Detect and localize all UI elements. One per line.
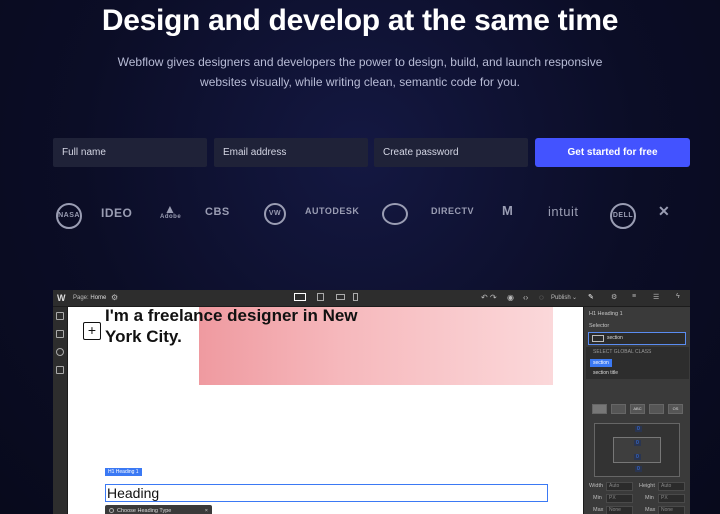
min-height-input[interactable]: PX [658, 494, 685, 503]
dropdown-option-section-title[interactable]: section title [590, 369, 621, 377]
redo-icon[interactable]: ↷ [490, 293, 497, 302]
webflow-logo: W [57, 293, 66, 303]
gear-icon [109, 508, 114, 513]
class-dropdown: SELECT GLOBAL CLASS section section titl… [586, 347, 689, 379]
padding-box[interactable]: 0 0 [613, 437, 661, 463]
padding-bottom-value[interactable]: 0 [634, 454, 641, 460]
email-field[interactable]: Email address [214, 138, 368, 167]
autodesk-logo: AUTODESK [305, 206, 360, 216]
page-name: Home [90, 295, 107, 301]
settings-tab-icon[interactable]: ⚙ [611, 293, 617, 301]
popover-label: Choose Heading Type [117, 508, 172, 514]
assets-icon[interactable] [56, 366, 64, 374]
padding-top-value[interactable]: 0 [634, 440, 641, 446]
display-inline-block-button[interactable] [649, 404, 664, 414]
add-panel-icon[interactable] [56, 312, 64, 320]
dropdown-option-section[interactable]: section [590, 359, 612, 367]
display-flex-button[interactable] [611, 404, 626, 414]
adobe-mark-icon: ▲ [164, 202, 177, 216]
directv-logo: DIRECTV [431, 206, 475, 216]
pages-icon[interactable] [56, 330, 64, 338]
panel-element-label: H1 Heading 1 [589, 311, 623, 317]
selector-value: section [607, 335, 623, 341]
settings-icon[interactable]: ⚙ [111, 293, 118, 302]
style-tab-icon[interactable]: ✎ [588, 293, 594, 301]
height-label: Height [639, 483, 655, 489]
customer-logos: NASA IDEO Adobe ▲ CBS VW AUTODESK DIRECT… [53, 200, 690, 230]
box-model-editor[interactable]: 0 0 0 0 [594, 423, 680, 477]
signup-form: Full name Email address Create password … [53, 138, 690, 167]
mastercard-logo [382, 203, 408, 225]
full-name-field[interactable]: Full name [53, 138, 207, 167]
get-started-button[interactable]: Get started for free [535, 138, 690, 167]
selector-label: Selector [589, 323, 610, 329]
margin-top-value[interactable]: 0 [635, 426, 642, 432]
selected-element-tag: H1 Heading 1 [105, 468, 142, 476]
hero-subtitle: Webflow gives designers and developers t… [110, 52, 610, 92]
canvas-headline[interactable]: I'm a freelance designer in New York Cit… [105, 307, 385, 347]
mtv-logo: M [502, 203, 514, 218]
desktop-view-icon[interactable] [294, 293, 306, 301]
selected-heading[interactable]: Heading [105, 484, 548, 502]
mobile-portrait-icon[interactable] [353, 293, 358, 301]
navigator-tab-icon[interactable]: ≡ [632, 293, 636, 300]
min-width-label: Min [593, 495, 602, 501]
dropdown-header: SELECT GLOBAL CLASS [593, 349, 652, 355]
max-height-label: Max [645, 507, 656, 513]
max-width-label: Max [593, 507, 604, 513]
hero-title: Design and develop at the same time [101, 4, 619, 37]
min-width-input[interactable]: PX [606, 494, 633, 503]
add-element-icon[interactable]: + [83, 322, 101, 340]
hero-subtitle-line1: Webflow gives designers and developers t… [117, 55, 603, 69]
ideo-logo: IDEO [101, 206, 133, 220]
share-icon[interactable]: ◌ [539, 293, 544, 302]
nasa-logo: NASA [56, 203, 82, 229]
assets-tab-icon[interactable]: ☰ [653, 293, 659, 301]
display-none-button[interactable]: OS [668, 404, 683, 414]
tablet-view-icon[interactable] [317, 293, 324, 301]
max-width-input[interactable]: None [606, 506, 633, 514]
height-input[interactable]: Auto [658, 482, 685, 491]
margin-bottom-value[interactable]: 0 [635, 466, 642, 472]
class-icon [592, 335, 604, 342]
cms-icon[interactable] [56, 348, 64, 356]
page-selector[interactable]: Page: Home [73, 295, 106, 301]
mobile-landscape-icon[interactable] [336, 294, 345, 300]
under-armour-logo: ✕ [658, 203, 671, 219]
publish-button[interactable]: Publish [551, 295, 571, 301]
chevron-down-icon: ⌄ [572, 295, 578, 301]
width-input[interactable]: Auto [606, 482, 633, 491]
interactions-tab-icon[interactable]: ϟ [676, 293, 680, 300]
dell-logo: DELL [610, 203, 636, 229]
hero-subtitle-line2: websites visually, while writing clean, … [200, 75, 520, 89]
designer-left-toolbar [53, 307, 68, 514]
max-height-input[interactable]: None [658, 506, 685, 514]
page-prefix: Page: [73, 295, 89, 301]
min-height-label: Min [645, 495, 654, 501]
panel-tabs: ✎ ⚙ ≡ ☰ ϟ [583, 290, 690, 307]
code-icon[interactable]: ‹› [523, 293, 528, 302]
close-icon[interactable]: × [205, 505, 208, 514]
display-block-button[interactable] [592, 404, 607, 414]
style-panel: H1 Heading 1 Selector section SELECT GLO… [583, 307, 690, 514]
design-canvas[interactable]: I'm a freelance designer in New York Cit… [68, 307, 583, 514]
intuit-logo: intuit [548, 204, 579, 219]
selector-input[interactable]: section [588, 332, 686, 345]
vw-logo: VW [264, 203, 286, 225]
display-inline-button[interactable]: ABC [630, 404, 645, 414]
undo-icon[interactable]: ↶ [481, 293, 488, 302]
preview-icon[interactable]: ◉ [507, 293, 514, 302]
designer-window: W Page: Home ⚙ ↶ ↷ ◉ ‹› ◌ Publish ⌄ ✎ ⚙ … [53, 290, 690, 514]
heading-type-popover[interactable]: Choose Heading Type × [105, 505, 212, 514]
width-label: Width [589, 483, 604, 489]
cbs-logo: CBS [205, 206, 230, 218]
password-field[interactable]: Create password [374, 138, 528, 167]
